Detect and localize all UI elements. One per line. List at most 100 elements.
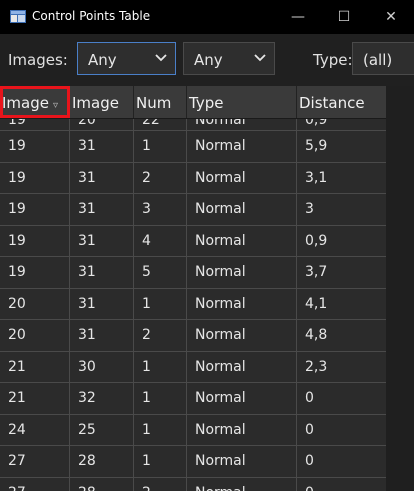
cell-image-2: 25 [70, 414, 134, 445]
table-empty-area [386, 86, 414, 491]
type-filter-combo[interactable]: (all) [352, 42, 414, 75]
cell-image-1: 20 [0, 288, 70, 319]
cell-num: 1 [134, 414, 187, 445]
cell-num: 1 [134, 446, 187, 477]
column-header-image-1[interactable]: Image ▿ [0, 86, 70, 118]
cell-type: Normal [187, 288, 297, 319]
type-filter-value: (all) [363, 51, 393, 69]
cell-type: Normal [187, 257, 297, 288]
column-header-label: Type [189, 94, 224, 112]
cell-image-1: 21 [0, 351, 70, 382]
column-header-label: Distance [299, 94, 365, 112]
table-row[interactable]: 19 31 1 Normal 5,9 [0, 131, 386, 163]
column-header-num[interactable]: Num [134, 86, 187, 118]
cell-type: Normal [187, 194, 297, 225]
cell-image-1: 27 [0, 446, 70, 477]
cell-image-1: 19 [0, 225, 70, 256]
cell-image-2: 20 [70, 119, 134, 130]
table-row[interactable]: 19 31 4 Normal 0,9 [0, 225, 386, 257]
chevron-down-icon [155, 54, 167, 62]
cell-image-2: 28 [70, 446, 134, 477]
title-bar: Control Points Table — ☐ ✕ [0, 0, 414, 34]
cell-image-1: 24 [0, 414, 70, 445]
cell-type: Normal [187, 351, 297, 382]
cell-distance: 0,9 [305, 119, 328, 128]
filter-bar: Images: Any Any Type: (all) [0, 34, 414, 86]
table-row[interactable]: 21 30 1 Normal 2,3 [0, 351, 386, 383]
cell-image-1: 19 [0, 257, 70, 288]
cell-image-2: 31 [70, 225, 134, 256]
cell-image-1: 27 [0, 477, 70, 491]
cell-image-2: 28 [70, 477, 134, 491]
cell-num: 1 [134, 131, 187, 162]
cell-num: 22 [134, 119, 187, 130]
cell-image-1: 19 [0, 194, 70, 225]
sort-descending-icon: ▿ [52, 100, 59, 111]
cell-distance: 3,7 [305, 264, 328, 280]
column-header-image-2[interactable]: Image [70, 86, 134, 118]
cell-type: Normal [187, 162, 297, 193]
window-title: Control Points Table [32, 9, 151, 23]
cell-distance: 4,8 [305, 327, 328, 343]
column-header-label: Image [72, 94, 119, 112]
cell-num: 2 [134, 320, 187, 351]
images-filter-2-value: Any [194, 51, 223, 69]
table-row[interactable]: 21 32 1 Normal 0 [0, 383, 386, 415]
table-row[interactable]: 19 31 3 Normal 3 [0, 194, 386, 226]
close-icon: ✕ [385, 9, 397, 25]
table-row[interactable]: 27 28 1 Normal 0 [0, 446, 386, 478]
cell-image-1: 19 [0, 162, 70, 193]
app-icon [10, 10, 26, 23]
cell-distance: 3,1 [305, 169, 328, 186]
cell-distance: 0 [297, 478, 386, 491]
cell-image-2: 31 [70, 320, 134, 351]
cell-image-2: 31 [70, 194, 134, 225]
cell-distance: 0 [305, 421, 314, 438]
table-row[interactable]: 19 31 2 Normal 3,1 [0, 162, 386, 194]
table-row[interactable]: 24 25 1 Normal 0 [0, 414, 386, 446]
minimize-icon: — [291, 9, 305, 25]
cell-type: Normal [187, 131, 297, 162]
cell-num: 2 [134, 477, 187, 491]
cell-image-2: 31 [70, 257, 134, 288]
table-row[interactable]: 27282Normal0 [0, 477, 386, 491]
table-row[interactable]: 19 20 22 Normal 0,9 [0, 119, 386, 131]
images-filter-combo-1[interactable]: Any [77, 42, 176, 75]
minimize-button[interactable]: — [275, 0, 321, 34]
table-header: Image ▿ Image Num Type Distance [0, 86, 386, 119]
images-filter-1-value: Any [88, 51, 117, 69]
table-row[interactable]: 19 31 5 Normal 3,7 [0, 257, 386, 289]
cell-num: 2 [134, 162, 187, 193]
column-header-type[interactable]: Type [187, 86, 297, 118]
images-filter-combo-2[interactable]: Any [183, 42, 275, 75]
column-header-label: Num [136, 94, 172, 112]
cell-image-1: 21 [0, 383, 70, 414]
table-body: 19 20 22 Normal 0,9 19 31 1 Normal 5,9 19 31 2 N… [0, 119, 386, 491]
cell-image-1: 20 [0, 320, 70, 351]
cell-image-2: 32 [70, 383, 134, 414]
cell-image-1: 19 [0, 131, 70, 162]
cell-distance: 2,3 [305, 358, 328, 375]
cell-image-2: 30 [70, 351, 134, 382]
close-button[interactable]: ✕ [368, 0, 414, 34]
cell-distance: 0 [305, 453, 314, 469]
maximize-button[interactable]: ☐ [321, 0, 367, 34]
table-row[interactable]: 20 31 1 Normal 4,1 [0, 288, 386, 320]
cell-distance: 0,9 [305, 232, 328, 249]
control-points-table: Image ▿ Image Num Type Distance 19 20 22 … [0, 86, 386, 491]
cell-num: 1 [134, 351, 187, 382]
cell-image-2: 31 [70, 162, 134, 193]
cell-num: 1 [134, 383, 187, 414]
type-label: Type: [313, 51, 353, 69]
cell-distance: 0 [305, 390, 314, 406]
cell-distance: 4,1 [305, 295, 328, 312]
table-row[interactable]: 20 31 2 Normal 4,8 [0, 320, 386, 352]
cell-type: Normal [187, 225, 297, 256]
images-label: Images: [8, 51, 68, 69]
column-header-distance[interactable]: Distance [297, 86, 386, 118]
cell-type: Normal [187, 446, 297, 477]
maximize-icon: ☐ [337, 9, 351, 25]
cell-image-2: 31 [70, 131, 134, 162]
cell-num: 5 [134, 257, 187, 288]
cell-type: Normal [187, 320, 297, 351]
